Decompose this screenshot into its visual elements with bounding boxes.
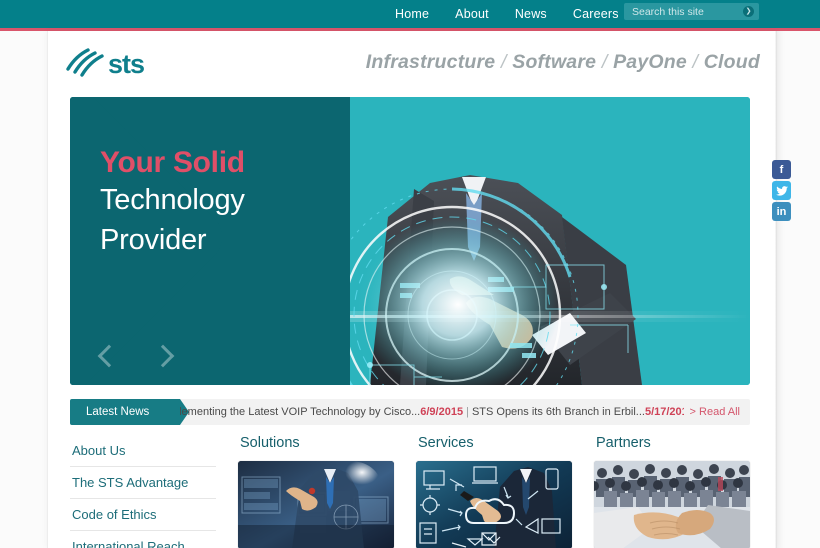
ticker-item-1-date: 6/9/2015 (420, 406, 464, 418)
svg-text:sts: sts (108, 49, 144, 79)
tagline-cloud: Cloud (703, 51, 760, 73)
slider-next-icon[interactable] (151, 339, 175, 373)
link-international-reach[interactable]: International Reach (70, 531, 216, 548)
page-root: Home About News Careers Search this site… (0, 0, 820, 548)
ticker-items: plementing the Latest VOIP Technology by… (180, 406, 684, 418)
ticker-track[interactable]: plementing the Latest VOIP Technology by… (180, 399, 684, 425)
hero-headline-accent: Your Solid (100, 146, 245, 179)
nav-item-careers[interactable]: Careers (573, 7, 619, 21)
latest-news-ticker: Latest News plementing the Latest VOIP T… (70, 399, 750, 425)
list-item: The STS Advantage (70, 467, 216, 499)
twitter-icon[interactable] (772, 181, 791, 200)
solutions-heading: Solutions (240, 435, 300, 451)
services-thumbnail[interactable] (416, 461, 572, 548)
solutions-column: Solutions (238, 435, 394, 548)
tagline-infrastructure: Infrastructure (365, 51, 496, 73)
solutions-thumbnail[interactable] (238, 461, 394, 548)
primary-nav: Home About News Careers (395, 0, 619, 28)
hero-slider-controls (97, 339, 175, 373)
ticker-item-1-text[interactable]: plementing the Latest VOIP Technology by… (180, 406, 420, 418)
partners-thumbnail[interactable] (594, 461, 750, 548)
ticker-label: Latest News (70, 399, 189, 425)
services-column: Services (416, 435, 572, 548)
partners-heading: Partners (596, 435, 651, 451)
hero-slider[interactable]: Your Solid Technology Provider (70, 97, 750, 385)
slider-prev-icon[interactable] (97, 339, 121, 373)
services-heading: Services (418, 435, 474, 451)
nav-item-news[interactable]: News (515, 7, 547, 21)
partners-column: Partners (594, 435, 750, 548)
brand-tagline: Infrastructure / Software / PayOne / Clo… (366, 51, 760, 74)
about-link-list: About Us The STS Advantage Code of Ethic… (70, 435, 216, 548)
search-submit-icon[interactable]: ❯ (743, 6, 754, 17)
ticker-item-2-text[interactable]: STS Opens its 6th Branch in Erbil... (472, 406, 645, 418)
sts-logo[interactable]: sts (64, 45, 174, 81)
tagline-sep-1: / (500, 51, 507, 73)
link-about-us[interactable]: About Us (70, 435, 216, 466)
tagline-sep-2: / (601, 51, 608, 73)
search-box[interactable]: Search this site ❯ (624, 3, 759, 20)
content-container: sts Infrastructure / Software / PayOne /… (47, 31, 777, 548)
twitter-bird-glyph (775, 185, 788, 196)
nav-item-home[interactable]: Home (395, 7, 429, 21)
list-item: International Reach (70, 531, 216, 548)
read-all-link[interactable]: > Read All (684, 406, 750, 418)
linkedin-icon[interactable]: in (772, 202, 791, 221)
nav-item-about[interactable]: About (455, 7, 489, 21)
sts-logo-icon: sts (66, 48, 145, 79)
hero-headline-group: Your Solid Technology Provider (100, 147, 360, 259)
tagline-sep-3: / (692, 51, 699, 73)
hero-headline-line2: Provider (100, 223, 207, 256)
social-rail: f in (772, 160, 791, 221)
list-item: About Us (70, 435, 216, 467)
tagline-payone: PayOne (613, 51, 687, 73)
tagline-software: Software (512, 51, 597, 73)
facebook-icon[interactable]: f (772, 160, 791, 179)
bottom-columns: About Us The STS Advantage Code of Ethic… (70, 435, 750, 548)
about-links-column: About Us The STS Advantage Code of Ethic… (70, 435, 216, 548)
brand-row: sts Infrastructure / Software / PayOne /… (48, 31, 776, 97)
ticker-item-2-date: 5/17/2015 (644, 406, 684, 418)
link-sts-advantage[interactable]: The STS Advantage (70, 467, 216, 498)
hero-headline-line1: Technology (100, 183, 245, 216)
search-input[interactable]: Search this site (624, 6, 743, 18)
link-code-of-ethics[interactable]: Code of Ethics (70, 499, 216, 530)
list-item: Code of Ethics (70, 499, 216, 531)
